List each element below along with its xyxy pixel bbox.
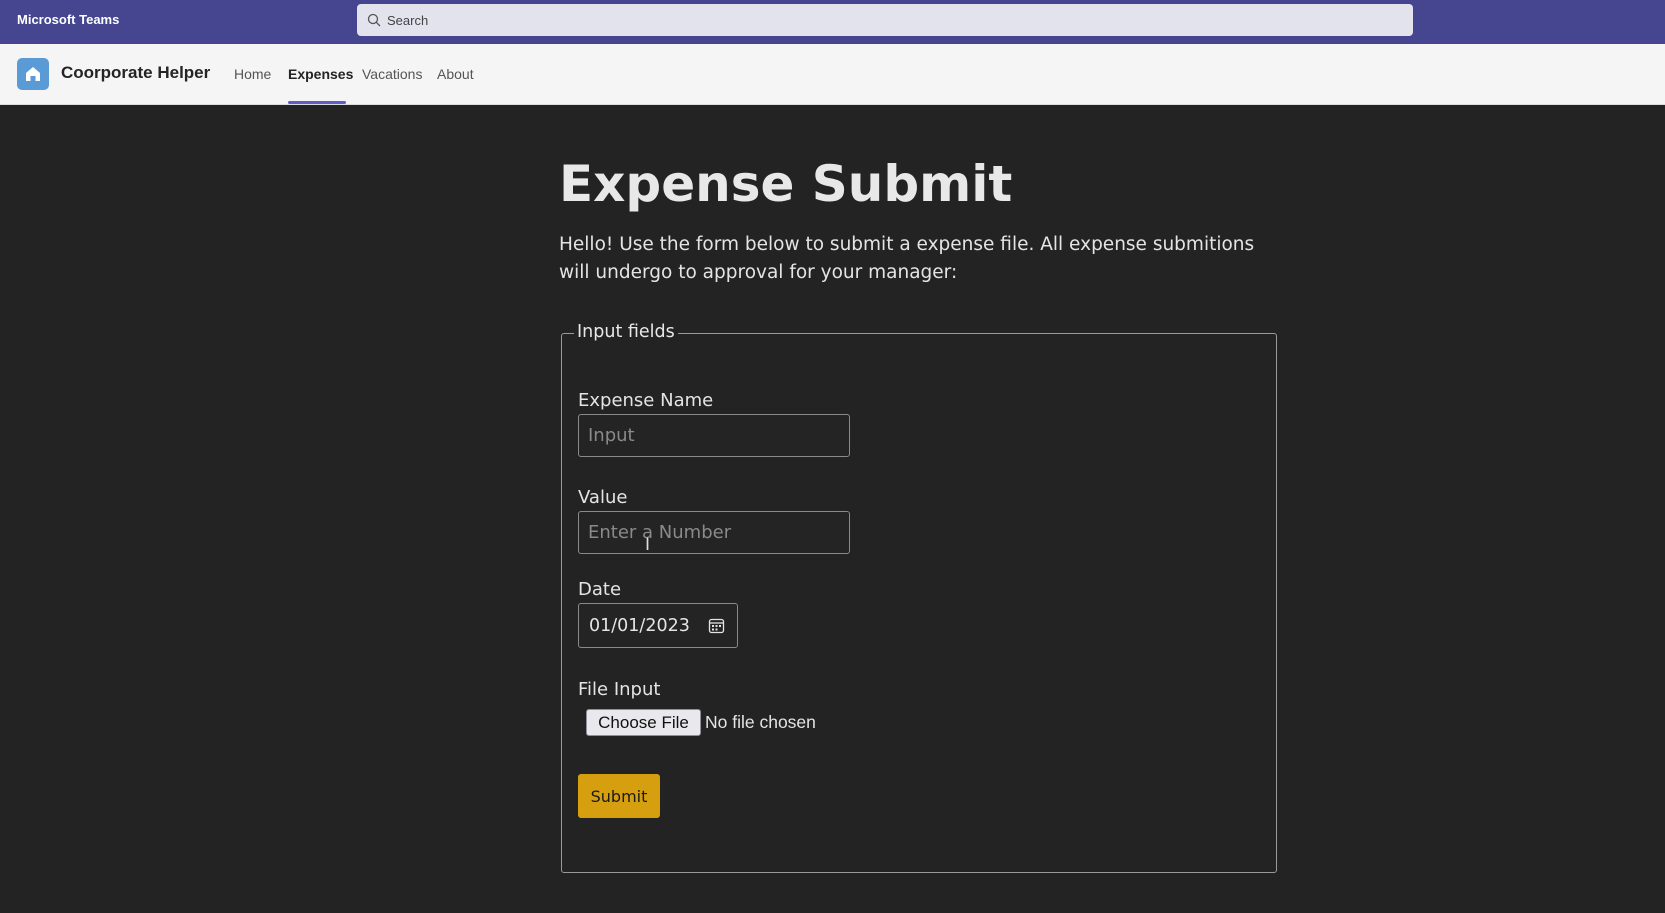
app-header: Coorporate Helper Home Expenses Vacation… <box>0 44 1665 105</box>
tab-about[interactable]: About <box>437 66 474 82</box>
choose-file-button[interactable]: Choose File <box>586 709 701 736</box>
search-box[interactable] <box>357 4 1413 36</box>
value-input[interactable] <box>578 511 850 554</box>
submit-button[interactable]: Submit <box>578 774 660 818</box>
home-app-icon[interactable] <box>17 58 49 90</box>
active-tab-indicator <box>288 101 346 104</box>
expense-name-label: Expense Name <box>578 390 714 411</box>
search-input[interactable] <box>387 12 1287 28</box>
file-input-label: File Input <box>578 679 661 700</box>
date-label: Date <box>578 579 622 600</box>
fieldset-legend: Input fields <box>574 322 678 342</box>
main-content: Expense Submit Hello! Use the form below… <box>0 105 1665 913</box>
page-title: Expense Submit <box>559 155 1013 213</box>
date-value: 01/01/2023 <box>589 615 690 636</box>
teams-app-name: Microsoft Teams <box>17 12 120 27</box>
calendar-icon[interactable] <box>708 617 725 634</box>
expense-name-input[interactable] <box>578 414 850 457</box>
tab-expenses[interactable]: Expenses <box>288 66 353 82</box>
input-fieldset: Input fields Expense Name Value Date 01/… <box>561 322 1277 873</box>
tab-vacations[interactable]: Vacations <box>362 66 422 82</box>
app-title: Coorporate Helper <box>61 63 211 82</box>
date-input[interactable]: 01/01/2023 <box>578 603 738 648</box>
value-label: Value <box>578 487 628 508</box>
tab-home[interactable]: Home <box>234 66 271 82</box>
file-status: No file chosen <box>705 712 816 732</box>
teams-titlebar: Microsoft Teams <box>0 0 1665 44</box>
search-icon <box>367 13 381 27</box>
intro-text: Hello! Use the form below to submit a ex… <box>559 234 1255 283</box>
text-cursor-icon: I <box>645 535 651 555</box>
